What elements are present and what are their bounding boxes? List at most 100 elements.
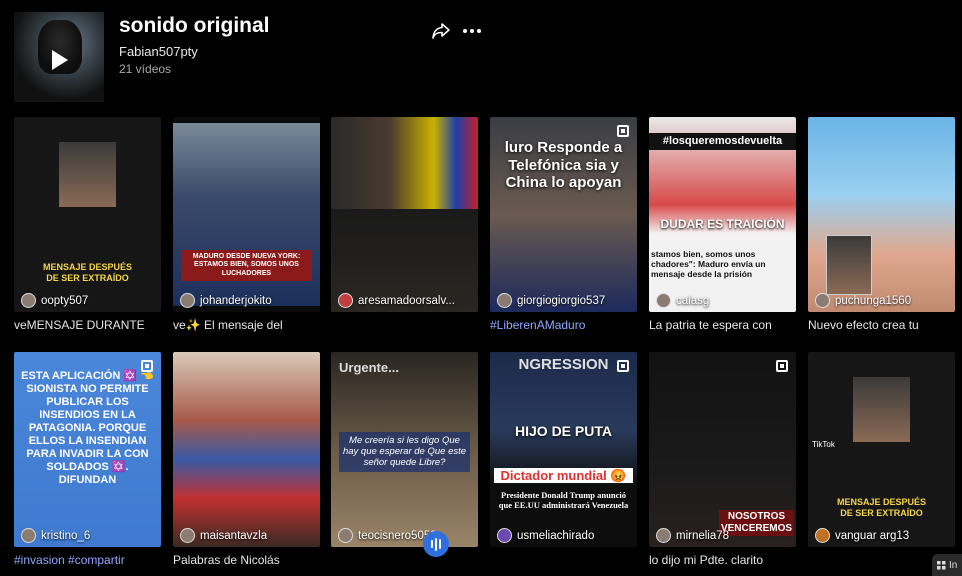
video-thumbnail[interactable]: maisantavzla — [173, 352, 320, 547]
video-author[interactable]: teocisnero5053 — [338, 528, 437, 543]
video-caption[interactable]: Nuevo efecto crea tu — [808, 318, 955, 332]
corner-chip-label: In — [949, 559, 958, 571]
carousel-icon — [617, 360, 629, 372]
video-author[interactable]: kristino_6 — [21, 528, 90, 543]
share-icon — [432, 23, 450, 39]
avatar — [497, 528, 512, 543]
video-card[interactable]: luro Responde a Telefónica sia y China l… — [490, 117, 637, 332]
video-card[interactable]: Urgente... Me creería si les digo Que ha… — [331, 352, 478, 553]
author-name: maisantavzla — [200, 529, 268, 542]
video-thumbnail[interactable]: puchunga1560 — [808, 117, 955, 312]
video-author[interactable]: maisantavzla — [180, 528, 267, 543]
video-thumbnail[interactable]: luro Responde a Telefónica sia y China l… — [490, 117, 637, 312]
video-author[interactable]: calasg — [656, 293, 709, 308]
video-author[interactable]: usmeliachirado — [497, 528, 594, 543]
play-icon[interactable] — [52, 50, 68, 70]
video-card[interactable]: MENSAJE DESPUÉS DE SER EXTRAÍDO oopty507… — [14, 117, 161, 332]
video-overlay-mid: DUDAR ES TRAICIÓN — [660, 217, 785, 231]
video-caption[interactable]: ve✨ El mensaje del — [173, 318, 320, 332]
video-card[interactable]: puchunga1560 Nuevo efecto crea tu — [808, 117, 955, 332]
avatar — [21, 528, 36, 543]
sound-header: sonido original Fabian507pty 21 vídeos — [14, 12, 494, 104]
video-overlay-text: luro Responde a Telefónica sia y China l… — [504, 139, 623, 192]
video-author[interactable]: puchunga1560 — [815, 293, 911, 308]
video-caption[interactable]: Palabras de Nicolás — [173, 553, 320, 567]
video-overlay-text: Me creería si les digo Que hay que esper… — [339, 432, 470, 472]
dot-icon — [463, 29, 467, 33]
video-caption[interactable]: #LiberenAMaduro — [490, 318, 637, 332]
carousel-icon — [617, 125, 629, 137]
more-options-button[interactable] — [460, 20, 484, 42]
avatar — [180, 293, 195, 308]
audio-bar-icon — [435, 537, 437, 551]
video-author[interactable]: oopty507 — [21, 293, 88, 308]
video-card[interactable]: maisantavzla Palabras de Nicolás — [173, 352, 320, 567]
video-caption[interactable]: lo dijo mi Pdte. clarito — [649, 553, 796, 567]
sound-cover[interactable] — [14, 12, 104, 102]
video-author[interactable]: giorgiogiorgio537 — [497, 293, 605, 308]
video-thumbnail[interactable]: NGRESSION HIJO DE PUTA Dictador mundial … — [490, 352, 637, 547]
video-author[interactable]: aresamadoorsalv... — [338, 293, 455, 308]
avatar — [497, 293, 512, 308]
dot-icon — [477, 29, 481, 33]
video-card[interactable]: MADURO DESDE NUEVA YORK: ESTAMOS BIEN, S… — [173, 117, 320, 332]
video-overlay-mid: Dictador mundial 😡 — [494, 468, 633, 484]
dot-icon — [470, 29, 474, 33]
avatar — [656, 528, 671, 543]
video-thumbnail[interactable]: ESTA APLICACIÓN ✡️ 👈 SIONISTA NO PERMITE… — [14, 352, 161, 547]
video-overlay-bottom: Presidente Donald Trump anunció que EE.U… — [498, 490, 629, 511]
audio-playing-button[interactable] — [423, 531, 449, 557]
video-caption[interactable]: veMENSAJE DURANTE — [14, 318, 161, 332]
video-count: 21 vídeos — [119, 62, 172, 76]
sound-author-link[interactable]: Fabian507pty — [119, 44, 198, 59]
video-caption[interactable]: La patria te espera con — [649, 318, 796, 332]
carousel-icon — [776, 360, 788, 372]
share-button[interactable] — [430, 20, 452, 42]
author-name: usmeliachirado — [517, 529, 595, 542]
video-card[interactable]: TikTok MENSAJE DESPUÉS DE SER EXTRAÍDO v… — [808, 352, 955, 553]
avatar — [656, 293, 671, 308]
video-thumbnail[interactable]: MENSAJE DESPUÉS DE SER EXTRAÍDO oopty507 — [14, 117, 161, 312]
video-card[interactable]: ESTA APLICACIÓN ✡️ 👈 SIONISTA NO PERMITE… — [14, 352, 161, 567]
video-card[interactable]: #losqueremosdevuelta DUDAR ES TRAICIÓN s… — [649, 117, 796, 332]
avatar — [21, 293, 36, 308]
video-thumbnail[interactable]: aresamadoorsalv... — [331, 117, 478, 312]
video-thumbnail[interactable]: MADURO DESDE NUEVA YORK: ESTAMOS BIEN, S… — [173, 117, 320, 312]
audio-bar-icon — [431, 540, 433, 548]
avatar — [338, 293, 353, 308]
video-thumbnail[interactable]: Urgente... Me creería si les digo Que ha… — [331, 352, 478, 547]
sound-title: sonido original — [119, 14, 270, 37]
video-overlay-top: Urgente... — [339, 360, 399, 375]
author-name: giorgiogiorgio537 — [517, 294, 606, 307]
author-name: kristino_6 — [41, 529, 91, 542]
video-overlay-text: NOSOTROS VENCEREMOS — [719, 510, 794, 536]
carousel-icon — [141, 360, 153, 372]
video-author[interactable]: johanderjokito — [180, 293, 272, 308]
video-overlay-text: MENSAJE DESPUÉS DE SER EXTRAÍDO — [42, 262, 133, 283]
video-overlay-top: #losqueremosdevuelta — [649, 133, 796, 150]
author-name: mirnelia78 — [676, 529, 730, 542]
video-card[interactable]: aresamadoorsalv... — [331, 117, 478, 318]
video-overlay-bottom: stamos bien, somos unos chadores": Madur… — [651, 249, 766, 280]
video-overlay-text: MENSAJE DESPUÉS DE SER EXTRAÍDO — [836, 497, 927, 518]
author-name: puchunga1560 — [835, 294, 912, 307]
video-thumbnail[interactable]: NOSOTROS VENCEREMOS mirnelia78 — [649, 352, 796, 547]
video-thumbnail[interactable]: TikTok MENSAJE DESPUÉS DE SER EXTRAÍDO v… — [808, 352, 955, 547]
video-caption[interactable]: #invasion #compartir — [14, 553, 161, 567]
video-author[interactable]: vanguar arg13 — [815, 528, 909, 543]
avatar — [338, 528, 353, 543]
author-name: oopty507 — [41, 294, 89, 307]
video-card[interactable]: NOSOTROS VENCEREMOS mirnelia78 lo dijo m… — [649, 352, 796, 567]
video-overlay-text: HIJO DE PUTA — [515, 423, 612, 439]
video-author[interactable]: mirnelia78 — [656, 528, 729, 543]
avatar — [815, 528, 830, 543]
corner-chip[interactable]: In — [932, 554, 962, 576]
audio-bar-icon — [439, 539, 441, 549]
grid-icon — [937, 560, 946, 569]
video-thumbnail[interactable]: #losqueremosdevuelta DUDAR ES TRAICIÓN s… — [649, 117, 796, 312]
author-name: aresamadoorsalv... — [358, 294, 455, 307]
video-overlay-text: ESTA APLICACIÓN ✡️ 👈 SIONISTA NO PERMITE… — [21, 370, 154, 486]
tiktok-watermark: TikTok — [812, 440, 835, 449]
video-card[interactable]: NGRESSION HIJO DE PUTA Dictador mundial … — [490, 352, 637, 553]
video-overlay-text: MADURO DESDE NUEVA YORK: ESTAMOS BIEN, S… — [181, 250, 312, 281]
